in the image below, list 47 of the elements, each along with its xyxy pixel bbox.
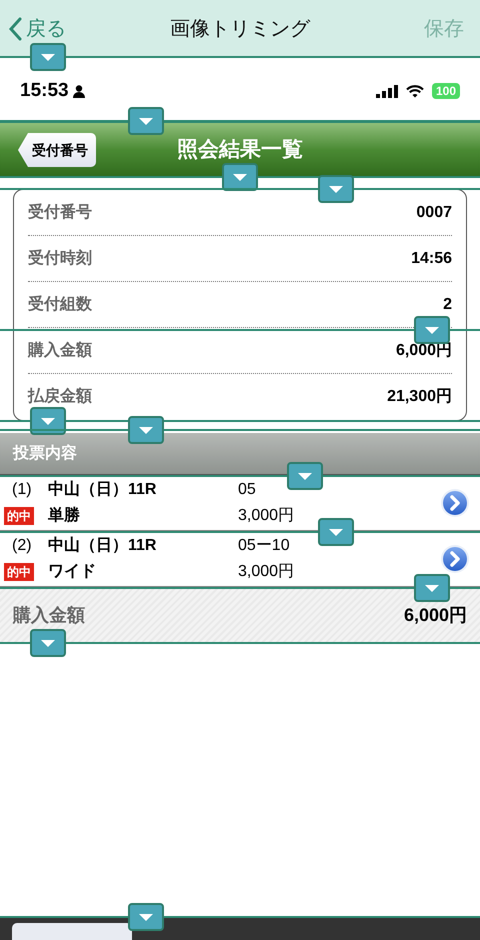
crop-handle[interactable]	[222, 163, 258, 191]
chevron-circle-icon[interactable]	[440, 488, 470, 518]
crop-handle[interactable]	[318, 518, 354, 546]
page-title: 照会結果一覧	[177, 137, 303, 164]
summary-label: 購入金額	[13, 604, 85, 627]
hit-badge: 的中	[4, 507, 34, 525]
info-label: 受付組数	[28, 294, 92, 314]
hit-badge: 的中	[4, 563, 34, 581]
info-value: 21,300円	[387, 387, 452, 407]
status-time: 15:53	[20, 78, 69, 103]
info-label: 購入金額	[28, 340, 92, 360]
crop-handle[interactable]	[414, 574, 450, 602]
bet-type: ワイド	[48, 562, 97, 582]
race-name: 中山（日）11R	[48, 536, 158, 556]
race-name: 中山（日）11R	[48, 480, 158, 500]
bet-combination: 05ー10	[238, 536, 291, 556]
battery-indicator: 100	[432, 83, 460, 99]
person-icon	[72, 84, 85, 98]
nav-title: 画像トリミング	[170, 16, 310, 42]
crop-handle[interactable]	[414, 316, 450, 344]
chevron-circle-icon[interactable]	[440, 544, 470, 574]
crop-handle[interactable]	[30, 43, 66, 71]
wifi-icon	[406, 84, 424, 98]
bet-number: (1)	[11, 480, 33, 500]
info-value: 0007	[416, 202, 452, 222]
crop-handle[interactable]	[30, 407, 66, 435]
crop-handle[interactable]	[318, 175, 354, 203]
crop-handle[interactable]	[287, 462, 323, 490]
info-label: 払戻金額	[28, 386, 92, 407]
crop-handle[interactable]	[128, 416, 164, 444]
bet-amount: 3,000円	[238, 506, 296, 526]
info-label: 受付時刻	[28, 248, 92, 268]
bet-type: 単勝	[48, 506, 81, 526]
info-value: 2	[443, 294, 452, 314]
crop-handle[interactable]	[128, 107, 164, 135]
info-label: 受付番号	[28, 202, 92, 222]
summary-value: 6,000円	[404, 604, 467, 627]
back-button[interactable]: 受付番号	[18, 133, 96, 167]
bet-number: (2)	[11, 536, 33, 556]
signal-icon	[376, 84, 398, 98]
chevron-left-icon	[8, 16, 22, 40]
section-title: 投票内容	[13, 443, 77, 464]
crop-handle[interactable]	[30, 629, 66, 657]
crop-handle[interactable]	[128, 903, 164, 931]
info-value: 14:56	[411, 248, 452, 268]
bet-amount: 3,000円	[238, 562, 296, 582]
bet-combination: 05	[238, 480, 257, 500]
